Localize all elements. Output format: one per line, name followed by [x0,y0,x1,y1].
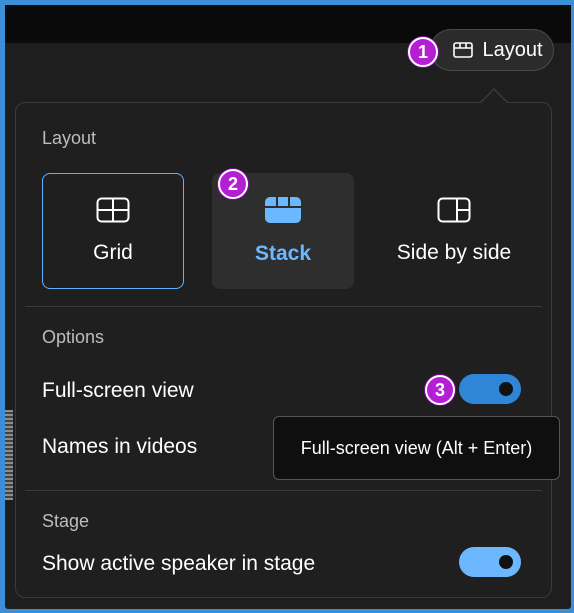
layout-option-label: Stack [254,242,312,265]
stage-section-title: Stage [42,511,90,531]
active-speaker-toggle[interactable] [459,547,521,577]
toggle-knob [499,382,513,396]
layout-button-label: Layout [482,38,543,61]
names-in-videos-label: Names in videos [42,435,198,458]
tooltip-text: Full-screen view (Alt + Enter) [300,437,533,458]
grid-icon [96,197,130,229]
popover-caret-fill [480,90,508,104]
full-screen-tooltip: Full-screen view (Alt + Enter) [273,416,560,480]
side-by-side-icon [437,197,471,229]
options-section-title: Options [42,327,105,347]
full-screen-toggle[interactable] [459,374,521,404]
step-badge-1: 1 [408,37,438,67]
step-badge-2: 2 [218,169,248,199]
full-screen-label: Full-screen view [42,379,194,402]
stack-icon [264,196,302,230]
layout-option-label: Side by side [396,241,512,264]
layout-option-label: Grid [93,241,133,264]
layout-option-grid[interactable]: Grid [42,173,184,289]
active-speaker-label: Show active speaker in stage [42,552,316,575]
section-divider [25,490,542,491]
toggle-knob [499,555,513,569]
layout-section-title: Layout [42,128,97,148]
step-badge-3: 3 [425,375,455,405]
section-divider [25,306,542,307]
layout-option-side-by-side[interactable]: Side by side [383,173,525,289]
layout-icon [453,42,474,58]
layout-button[interactable]: Layout [430,29,554,71]
video-strip [5,410,13,500]
